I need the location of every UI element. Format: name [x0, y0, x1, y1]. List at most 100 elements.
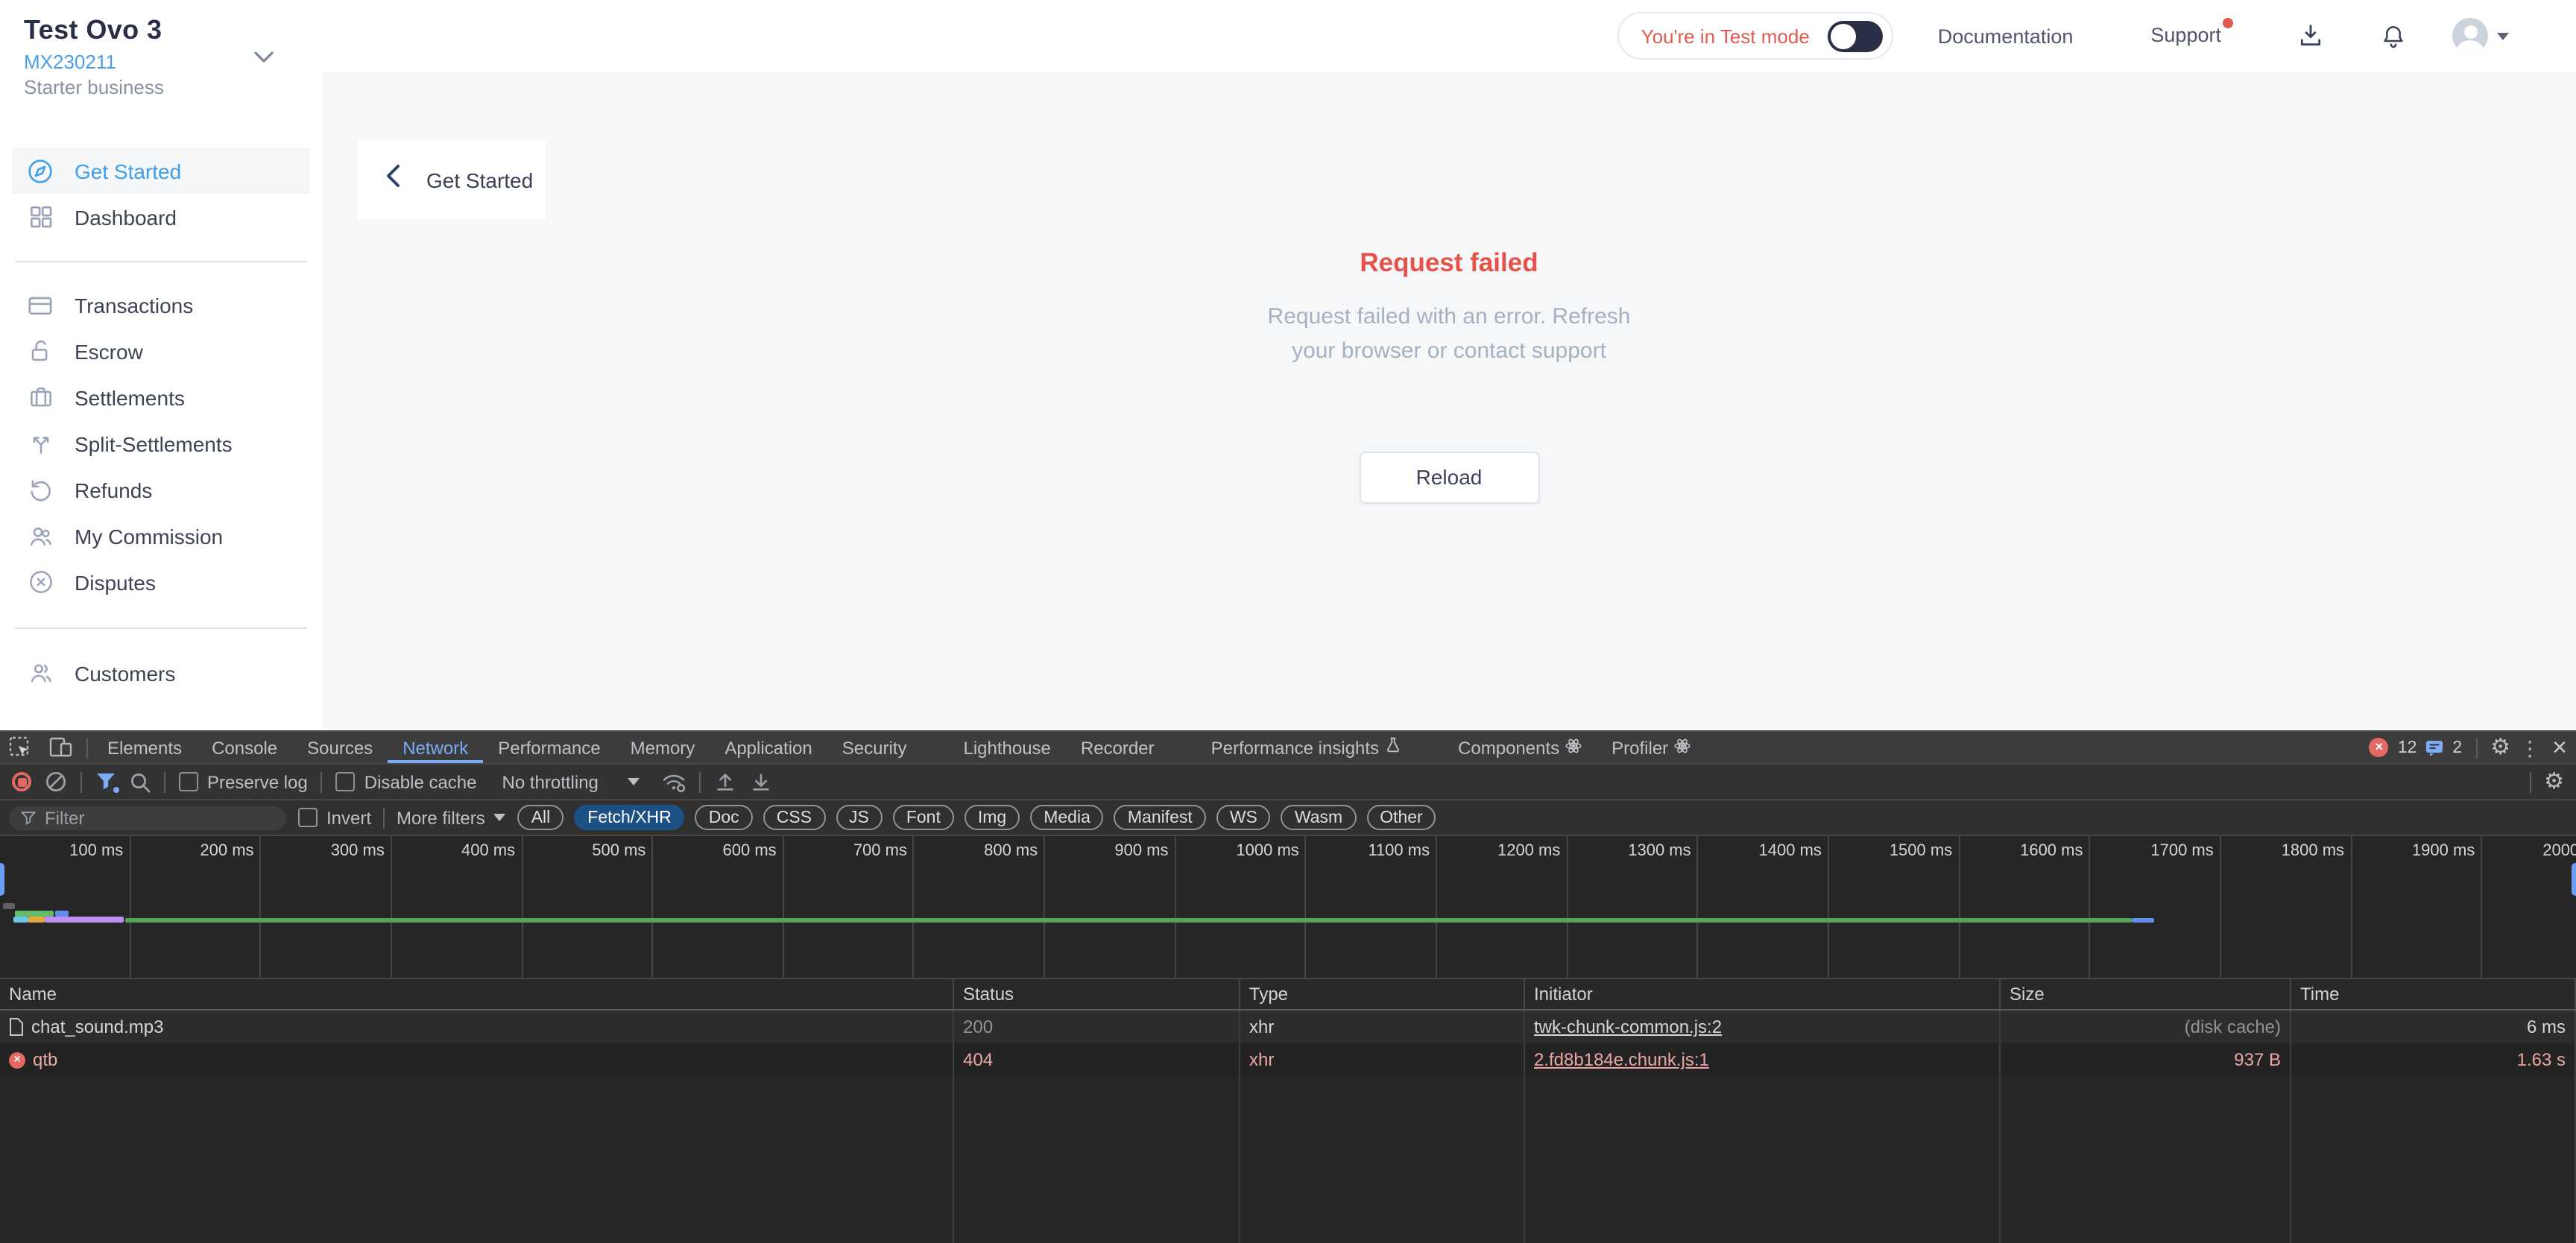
sidebar-item-customers[interactable]: Customers: [12, 650, 310, 696]
preserve-log-checkbox[interactable]: [179, 772, 198, 791]
invert-control[interactable]: Invert: [298, 807, 371, 828]
initiator-link[interactable]: 2.fd8b184e.chunk.js:1: [1534, 1049, 1709, 1070]
tab-label: Components: [1458, 737, 1559, 758]
search-icon[interactable]: [130, 771, 151, 792]
back-button[interactable]: Get Started: [358, 140, 546, 219]
test-mode-label: You're in Test mode: [1641, 25, 1810, 47]
filter-type-ws[interactable]: WS: [1216, 805, 1271, 830]
filter-type-manifest[interactable]: Manifest: [1114, 805, 1206, 830]
filter-type-img[interactable]: Img: [965, 805, 1020, 830]
bell-icon[interactable]: [2379, 22, 2408, 50]
sidebar-item-label: Escrow: [75, 339, 143, 363]
column-header-name[interactable]: Name: [0, 979, 954, 1009]
sidebar-item-split-settlements[interactable]: Split-Settlements: [12, 420, 310, 466]
filter-type-doc[interactable]: Doc: [695, 805, 753, 830]
sidebar-item-my-commission[interactable]: My Commission: [12, 513, 310, 559]
throttling-select[interactable]: No throttling: [502, 771, 640, 792]
filter-type-js[interactable]: JS: [836, 805, 883, 830]
timeline-right-handle[interactable]: [2572, 863, 2576, 896]
column-header-status[interactable]: Status: [954, 979, 1240, 1009]
sidebar-nav: Get Started Dashboard Transactions Escro…: [0, 148, 322, 696]
preserve-log-control[interactable]: Preserve log: [179, 771, 308, 792]
tab-sources[interactable]: Sources: [292, 732, 388, 763]
column-header-size[interactable]: Size: [2001, 979, 2291, 1009]
tab-memory[interactable]: Memory: [616, 732, 710, 763]
table-row[interactable]: chat_sound.mp3 200 xhr twk-chunk-common.…: [0, 1010, 2576, 1043]
avatar-head: [2463, 25, 2477, 38]
atom-icon: [1565, 737, 1582, 758]
sidebar-item-dashboard[interactable]: Dashboard: [12, 194, 310, 240]
tab-elements[interactable]: Elements: [92, 732, 197, 763]
sidebar-item-get-started[interactable]: Get Started: [12, 148, 310, 194]
device-toolbar-icon[interactable]: [40, 732, 82, 763]
tab-application[interactable]: Application: [710, 732, 827, 763]
tab-profiler[interactable]: Profiler: [1597, 732, 1705, 763]
tab-recorder[interactable]: Recorder: [1066, 732, 1169, 763]
column-header-time[interactable]: Time: [2291, 979, 2576, 1009]
disable-cache-checkbox[interactable]: [336, 772, 356, 791]
tab-console[interactable]: Console: [197, 732, 292, 763]
network-settings-gear-icon[interactable]: ⚙: [2544, 771, 2564, 793]
filter-funnel-icon[interactable]: [95, 772, 116, 791]
tab-security[interactable]: Security: [827, 732, 922, 763]
tab-components[interactable]: Components: [1443, 732, 1597, 763]
console-error-icon[interactable]: ×: [2370, 738, 2389, 757]
tab-performance-insights[interactable]: Performance insights: [1196, 732, 1416, 763]
support-link[interactable]: Support: [2150, 24, 2221, 46]
import-har-icon[interactable]: [715, 771, 737, 793]
tab-lighthouse[interactable]: Lighthouse: [948, 732, 1065, 763]
record-network-log-icon[interactable]: [12, 772, 31, 791]
filter-type-css[interactable]: CSS: [763, 805, 825, 830]
cell-size: 937 B: [2001, 1043, 2291, 1076]
tick-label: 100 ms: [0, 836, 130, 978]
account-menu-caret-icon[interactable]: [2497, 32, 2509, 39]
sidebar-item-transactions[interactable]: Transactions: [12, 282, 310, 328]
column-header-type[interactable]: Type: [1240, 979, 1525, 1009]
filter-type-media[interactable]: Media: [1030, 805, 1104, 830]
error-count[interactable]: 12: [2398, 738, 2417, 756]
network-overview-timeline[interactable]: 100 ms 200 ms 300 ms 400 ms 500 ms 600 m…: [0, 836, 2576, 979]
clear-network-log-icon[interactable]: [45, 771, 67, 793]
sidebar-item-refunds[interactable]: Refunds: [12, 466, 310, 513]
sidebar-item-escrow[interactable]: Escrow: [12, 328, 310, 374]
test-mode-toggle[interactable]: [1828, 20, 1883, 51]
more-filters-dropdown[interactable]: More filters: [397, 807, 506, 828]
inspect-element-icon[interactable]: [0, 732, 40, 763]
account-switcher[interactable]: Test Ovo 3 MX230211 Starter business: [0, 0, 322, 98]
cell-type: xhr: [1240, 1010, 1525, 1043]
network-toolbar: Preserve log Disable cache No throttling…: [0, 765, 2576, 800]
documentation-link[interactable]: Documentation: [1938, 25, 2074, 47]
settings-gear-icon[interactable]: ⚙: [2490, 736, 2510, 759]
filter-type-font[interactable]: Font: [893, 805, 954, 830]
reload-button[interactable]: Reload: [1359, 452, 1539, 504]
timeline-left-handle[interactable]: [0, 863, 4, 896]
kebab-menu-icon[interactable]: ⋮: [2519, 737, 2540, 758]
sidebar-item-settlements[interactable]: Settlements: [12, 374, 310, 420]
invert-checkbox[interactable]: [298, 808, 318, 827]
dropdown-caret-icon: [628, 778, 640, 785]
message-count[interactable]: 2: [2452, 738, 2462, 756]
column-header-initiator[interactable]: Initiator: [1525, 979, 2001, 1009]
filter-type-other[interactable]: Other: [1366, 805, 1436, 830]
table-header: Name Status Type Initiator Size Time: [0, 979, 2576, 1010]
sidebar-item-disputes[interactable]: Disputes: [12, 559, 310, 605]
console-message-icon[interactable]: [2425, 738, 2443, 756]
tab-network[interactable]: Network: [388, 732, 483, 763]
initiator-link[interactable]: twk-chunk-common.js:2: [1534, 1016, 1722, 1037]
close-devtools-icon[interactable]: ×: [2552, 735, 2567, 760]
filter-type-fetch-xhr[interactable]: Fetch/XHR: [574, 805, 685, 830]
tab-label: Lighthouse: [963, 737, 1050, 758]
filter-input[interactable]: Filter: [9, 806, 286, 829]
export-har-icon[interactable]: [751, 771, 773, 793]
disable-cache-control[interactable]: Disable cache: [336, 771, 477, 792]
error-message-line1: Request failed with an error. Refresh: [322, 300, 2576, 334]
network-conditions-icon[interactable]: [663, 771, 686, 792]
avatar[interactable]: [2452, 18, 2488, 54]
download-icon[interactable]: [2296, 21, 2326, 51]
filter-type-wasm[interactable]: Wasm: [1281, 805, 1356, 830]
tab-performance[interactable]: Performance: [483, 732, 615, 763]
table-row[interactable]: × qtb 404 xhr 2.fd8b184e.chunk.js:1 937 …: [0, 1043, 2576, 1076]
filter-type-all[interactable]: All: [518, 805, 564, 830]
chevron-down-icon[interactable]: [253, 45, 274, 72]
tick-label: 1700 ms: [2091, 836, 2221, 978]
